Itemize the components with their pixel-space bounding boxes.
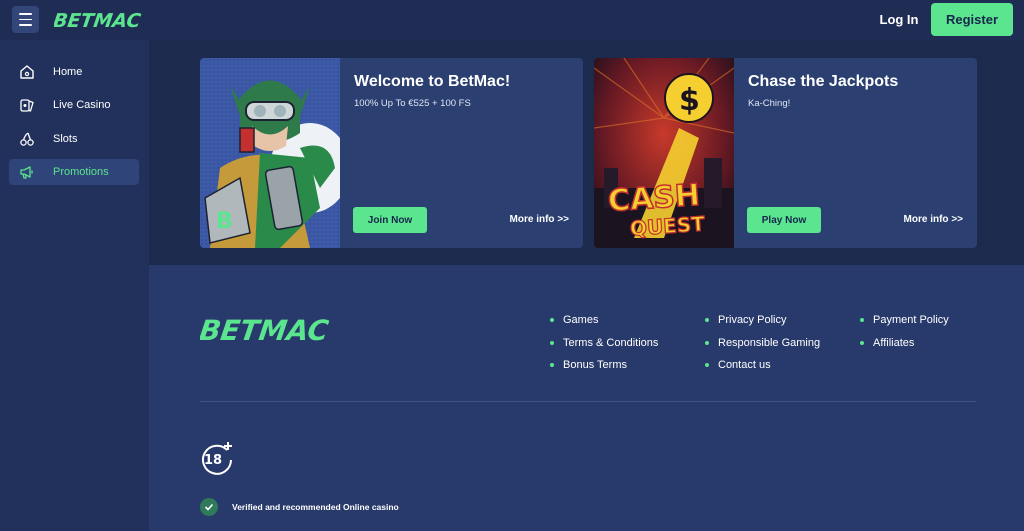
bullet-icon bbox=[550, 340, 554, 345]
home-icon bbox=[18, 64, 35, 81]
bullet-icon bbox=[550, 318, 554, 323]
svg-text:BETMAC: BETMAC bbox=[54, 9, 142, 32]
sidebar-item-home[interactable]: Home bbox=[9, 59, 139, 85]
more-info-link[interactable]: More info >> bbox=[510, 214, 569, 225]
promo-title: Chase the Jackpots bbox=[748, 73, 899, 90]
verified-badge: Verified and recommended Online casino bbox=[200, 498, 399, 516]
footer-betmac-logo[interactable]: BETMAC bbox=[200, 313, 362, 345]
bullet-icon bbox=[705, 363, 709, 368]
sidebar-item-promotions[interactable]: Promotions bbox=[9, 159, 139, 185]
svg-text:BETMAC: BETMAC bbox=[200, 314, 331, 345]
svg-text:18: 18 bbox=[204, 453, 222, 468]
promo-subtitle: 100% Up To €525 + 100 FS bbox=[354, 98, 471, 109]
link-label: Payment Policy bbox=[873, 314, 949, 327]
link-label: Terms & Conditions bbox=[563, 336, 659, 349]
bullet-icon bbox=[705, 340, 709, 345]
sidebar: Home Live Casino Slots Promotions bbox=[0, 40, 149, 531]
menu-icon-bar bbox=[19, 18, 32, 21]
footer-link-games[interactable]: Games bbox=[550, 309, 658, 332]
link-label: Responsible Gaming bbox=[718, 336, 821, 349]
svg-text:$: $ bbox=[679, 83, 700, 118]
promo-card-jackpots: $ CASH QUEST Chase the Jackpots Ka-Ching… bbox=[594, 58, 977, 248]
promo-subtitle: Ka-Ching! bbox=[748, 98, 791, 109]
check-icon bbox=[200, 498, 218, 516]
hero-character-illustration: B bbox=[200, 58, 340, 248]
sidebar-item-label: Slots bbox=[53, 133, 78, 145]
footer-divider bbox=[200, 401, 976, 402]
menu-button[interactable] bbox=[12, 6, 39, 33]
footer-links-col2: Privacy Policy Responsible Gaming Contac… bbox=[705, 309, 820, 377]
link-label: Contact us bbox=[718, 359, 771, 372]
sidebar-item-label: Promotions bbox=[53, 166, 109, 178]
cards-icon bbox=[18, 97, 35, 114]
age-restriction-18-icon: 18 bbox=[202, 442, 232, 475]
bullet-icon bbox=[860, 340, 864, 345]
top-header: BETMAC Log In Register bbox=[0, 0, 1024, 40]
footer-link-affiliates[interactable]: Affiliates bbox=[860, 332, 949, 355]
footer-link-bonus-terms[interactable]: Bonus Terms bbox=[550, 354, 658, 377]
footer-link-payment-policy[interactable]: Payment Policy bbox=[860, 309, 949, 332]
sidebar-item-label: Home bbox=[53, 66, 83, 78]
promo-card-welcome: B Welcome to BetMac! 100% Up To €525 + 1… bbox=[200, 58, 583, 248]
footer-links-col1: Games Terms & Conditions Bonus Terms bbox=[550, 309, 658, 377]
play-now-button[interactable]: Play Now bbox=[747, 207, 821, 233]
footer-link-contact[interactable]: Contact us bbox=[705, 354, 820, 377]
register-button[interactable]: Register bbox=[931, 3, 1013, 36]
sidebar-item-live-casino[interactable]: Live Casino bbox=[9, 92, 139, 118]
footer-link-responsible-gaming[interactable]: Responsible Gaming bbox=[705, 332, 820, 355]
link-label: Affiliates bbox=[873, 336, 915, 349]
svg-text:B: B bbox=[216, 209, 233, 234]
megaphone-icon bbox=[18, 164, 35, 181]
menu-icon-bar bbox=[19, 13, 32, 15]
betmac-logo[interactable]: BETMAC bbox=[54, 8, 160, 32]
promo-title: Welcome to BetMac! bbox=[354, 73, 511, 90]
verified-text: Verified and recommended Online casino bbox=[232, 502, 399, 512]
join-now-button[interactable]: Join Now bbox=[353, 207, 427, 233]
sidebar-item-label: Live Casino bbox=[53, 99, 111, 111]
cash-quest-illustration: $ CASH QUEST bbox=[594, 58, 734, 248]
footer-links-col3: Payment Policy Affiliates bbox=[860, 309, 949, 354]
link-label: Bonus Terms bbox=[563, 359, 627, 372]
link-label: Games bbox=[563, 314, 599, 327]
bullet-icon bbox=[705, 318, 709, 323]
footer-link-terms[interactable]: Terms & Conditions bbox=[550, 332, 658, 355]
sidebar-item-slots[interactable]: Slots bbox=[9, 126, 139, 152]
bullet-icon bbox=[550, 363, 554, 368]
more-info-link[interactable]: More info >> bbox=[904, 214, 963, 225]
bullet-icon bbox=[860, 318, 864, 323]
footer-link-privacy[interactable]: Privacy Policy bbox=[705, 309, 820, 332]
menu-icon-bar bbox=[19, 24, 32, 26]
link-label: Privacy Policy bbox=[718, 314, 787, 327]
cherries-icon bbox=[18, 131, 35, 148]
login-button[interactable]: Log In bbox=[871, 6, 927, 33]
